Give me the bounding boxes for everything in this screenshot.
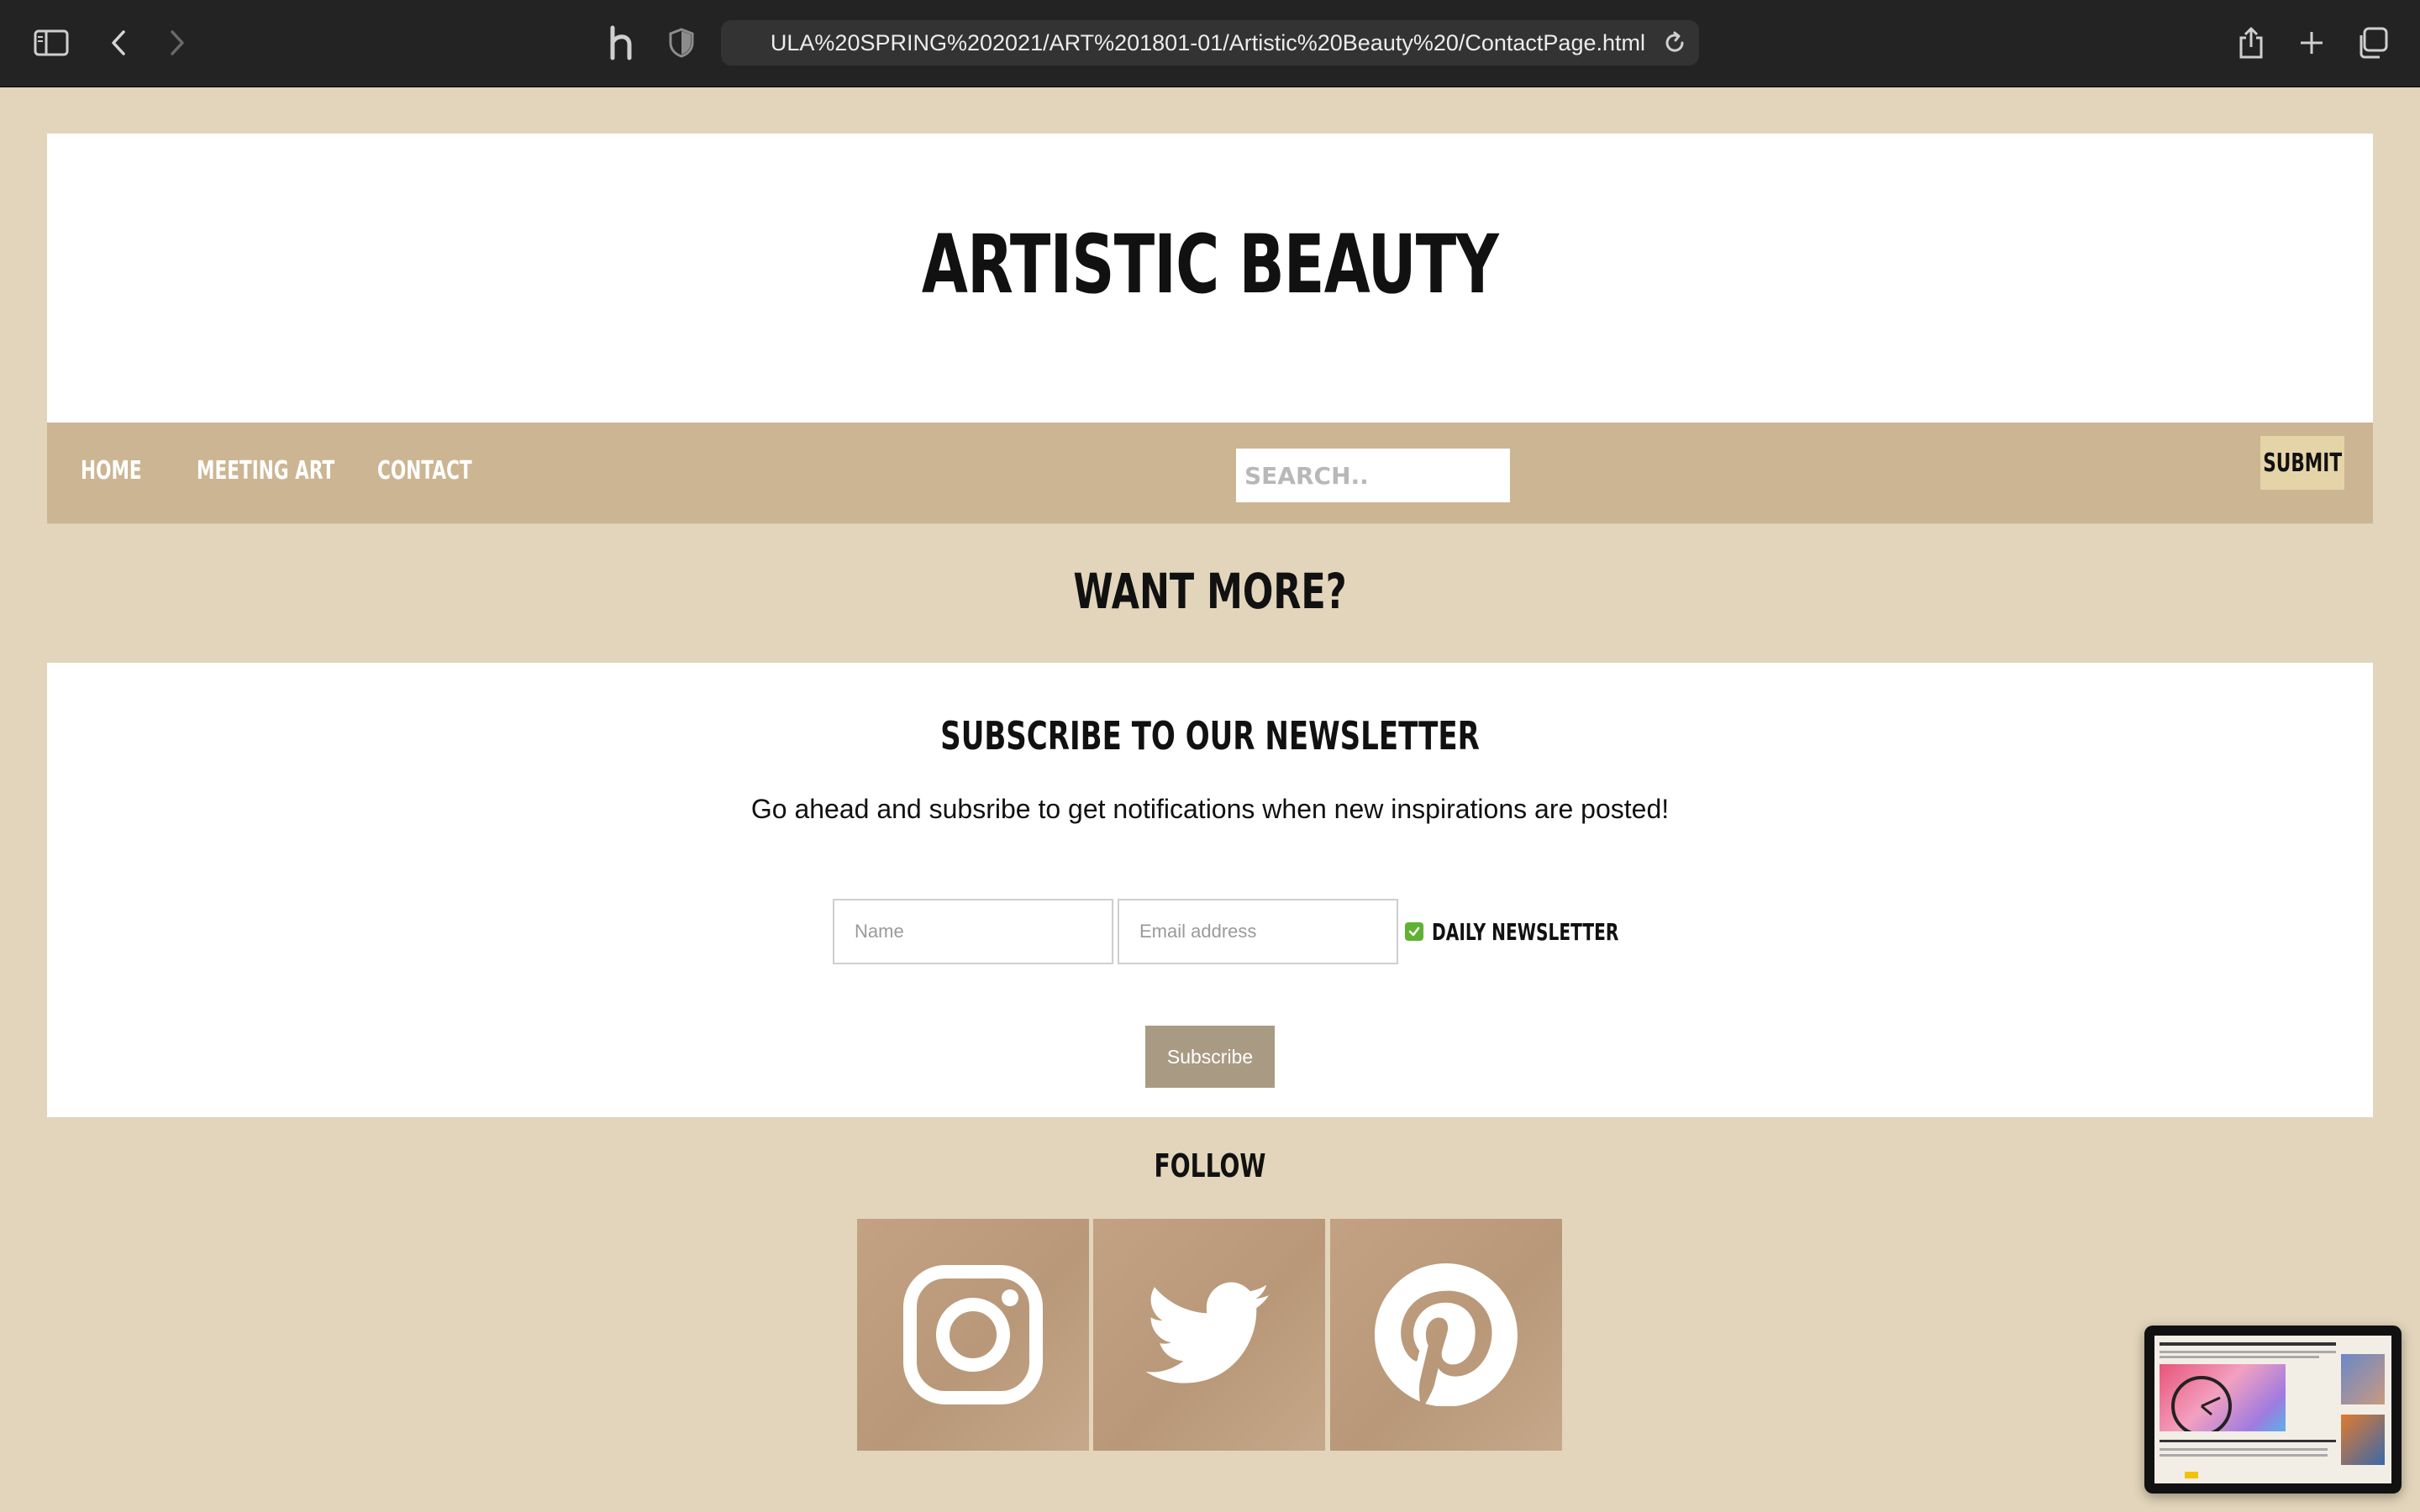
reload-icon[interactable] xyxy=(1662,30,1687,55)
thumb-sidebar-image xyxy=(2341,1354,2385,1404)
newsletter-section: SUBSCRIBE TO OUR NEWSLETTER Go ahead and… xyxy=(47,663,2373,1117)
thumb-highlight xyxy=(2185,1472,2198,1478)
subscribe-button[interactable]: Subscribe xyxy=(1145,1026,1275,1088)
back-icon[interactable] xyxy=(97,22,139,64)
screenshot-preview-thumbnail[interactable] xyxy=(2144,1326,2402,1494)
follow-heading: FOLLOW xyxy=(1154,1147,1266,1184)
thumb-text-line xyxy=(2160,1356,2319,1358)
instagram-icon xyxy=(903,1265,1043,1404)
instagram-link[interactable] xyxy=(857,1219,1089,1451)
site-title: ARTISTIC BEAUTY xyxy=(921,218,1499,312)
site-header: ARTISTIC BEAUTY xyxy=(47,134,2373,423)
newsletter-description: Go ahead and subsribe to get notificatio… xyxy=(750,794,1670,824)
daily-newsletter-label: DAILY NEWSLETTER xyxy=(1432,917,1619,946)
address-bar[interactable]: ULA%20SPRING%202021/ART%201801-01/Artist… xyxy=(721,20,1699,66)
newsletter-title: SUBSCRIBE TO OUR NEWSLETTER xyxy=(940,713,1480,759)
thumb-heading-bar xyxy=(2160,1342,2336,1346)
privacy-shield-icon[interactable] xyxy=(660,22,702,64)
nav-item-contact[interactable]: CONTACT xyxy=(377,456,472,486)
thumb-text-line xyxy=(2160,1351,2336,1353)
submit-button[interactable]: SUBMIT xyxy=(2260,436,2344,490)
thumb-sidebar-image xyxy=(2341,1415,2385,1465)
daily-newsletter-option[interactable]: DAILY NEWSLETTER xyxy=(1405,917,1691,946)
nav-item-home[interactable]: HOME xyxy=(81,456,142,486)
main-nav: HOME MEETING ART CONTACT SUBMIT xyxy=(47,423,2373,523)
honey-extension-icon[interactable] xyxy=(600,22,642,64)
new-tab-icon[interactable] xyxy=(2291,22,2333,64)
checkmark-icon xyxy=(1408,927,1420,937)
forward-icon[interactable] xyxy=(156,22,198,64)
thumb-heading-bar xyxy=(2160,1440,2336,1442)
thumb-text-line xyxy=(2160,1454,2328,1457)
browser-toolbar: ULA%20SPRING%202021/ART%201801-01/Artist… xyxy=(0,0,2420,87)
name-field[interactable] xyxy=(833,899,1113,964)
submit-button-label: SUBMIT xyxy=(2263,448,2342,478)
email-field[interactable] xyxy=(1118,899,1398,964)
sidebar-toggle-icon[interactable] xyxy=(30,22,72,64)
pinterest-link[interactable] xyxy=(1330,1219,1562,1451)
nav-item-meeting-art[interactable]: MEETING ART xyxy=(197,456,334,486)
search-input[interactable] xyxy=(1236,449,1510,502)
twitter-icon xyxy=(1146,1282,1270,1383)
tab-overview-icon[interactable] xyxy=(2351,22,2393,64)
want-more-heading: WANT MORE? xyxy=(1073,563,1347,620)
thumb-clock-image xyxy=(2160,1364,2286,1436)
url-text: ULA%20SPRING%202021/ART%201801-01/Artist… xyxy=(770,30,1645,55)
thumb-text-line xyxy=(2160,1448,2328,1451)
twitter-link[interactable] xyxy=(1093,1219,1325,1451)
share-icon[interactable] xyxy=(2230,22,2272,64)
daily-newsletter-checkbox[interactable] xyxy=(1405,922,1423,941)
pinterest-icon xyxy=(1375,1263,1518,1406)
thumbnail-screen xyxy=(2154,1336,2391,1483)
